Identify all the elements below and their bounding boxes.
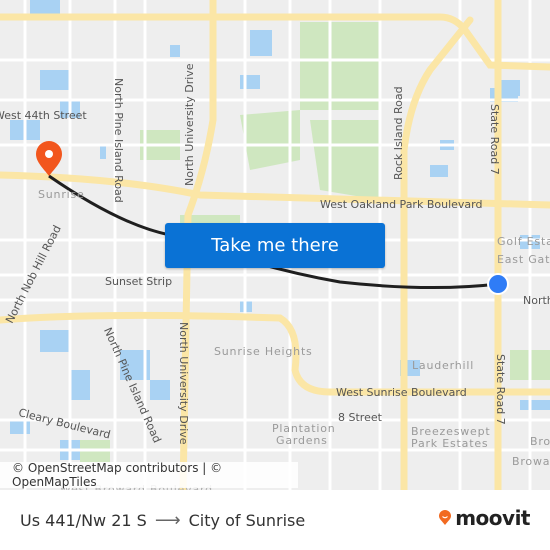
label-west-oakland-park-boulevard: West Oakland Park Boulevard bbox=[320, 198, 483, 211]
label-sunrise-heights: Sunrise Heights bbox=[214, 345, 313, 358]
arrow-right-icon: ⟶ bbox=[154, 510, 181, 531]
label-lauderhill: Lauderhill bbox=[412, 359, 475, 372]
label-gardens: Gardens bbox=[276, 434, 328, 447]
label-rock-island-road: Rock Island Road bbox=[392, 86, 405, 180]
label-8-street: 8 Street bbox=[338, 411, 382, 424]
label-park-estates: Park Estates bbox=[411, 437, 489, 450]
moovit-wordmark: moovit bbox=[455, 506, 530, 530]
label-state-road-7-south: State Road 7 bbox=[494, 354, 507, 425]
origin-dot-icon[interactable] bbox=[487, 273, 509, 295]
label-golf-estates: Golf Estates bbox=[497, 235, 550, 248]
moovit-logo[interactable]: moovit bbox=[437, 506, 530, 530]
route-title: Us 441/Nw 21 S ⟶ City of Sunrise bbox=[20, 510, 305, 531]
label-north-university-drive: North University Drive bbox=[183, 63, 196, 186]
take-me-there-button[interactable]: Take me there bbox=[165, 223, 385, 268]
moovit-pin-icon bbox=[439, 510, 452, 525]
label-north-university-drive-south: North University Drive bbox=[177, 322, 190, 445]
label-state-road-7: State Road 7 bbox=[488, 104, 501, 175]
footer-bar: Us 441/Nw 21 S ⟶ City of Sunrise moovit bbox=[0, 490, 550, 550]
label-east-gate: East Gate bbox=[497, 253, 550, 266]
label-north: North bbox=[523, 294, 550, 307]
label-sunrise: Sunrise bbox=[38, 188, 85, 201]
label-plantation: Plantation bbox=[272, 422, 336, 435]
label-sunset-strip: Sunset Strip bbox=[105, 275, 173, 288]
label-west-44th-street: West 44th Street bbox=[0, 109, 87, 122]
destination-name: City of Sunrise bbox=[188, 511, 306, 530]
label-broward: Broward bbox=[512, 455, 550, 468]
origin-name: Us 441/Nw 21 S bbox=[20, 511, 147, 530]
map-view[interactable]: West 44th Street North Pine Island Road … bbox=[0, 0, 550, 490]
label-west-sunrise-boulevard: West Sunrise Boulevard bbox=[336, 386, 467, 399]
label-brow: Brow bbox=[530, 435, 550, 448]
map-attribution[interactable]: © OpenStreetMap contributors | © OpenMap… bbox=[0, 461, 298, 489]
label-north-pine-island-road: North Pine Island Road bbox=[112, 78, 125, 203]
label-breezeswept: Breezeswept bbox=[411, 425, 491, 438]
map-pin-icon[interactable] bbox=[36, 141, 62, 176]
